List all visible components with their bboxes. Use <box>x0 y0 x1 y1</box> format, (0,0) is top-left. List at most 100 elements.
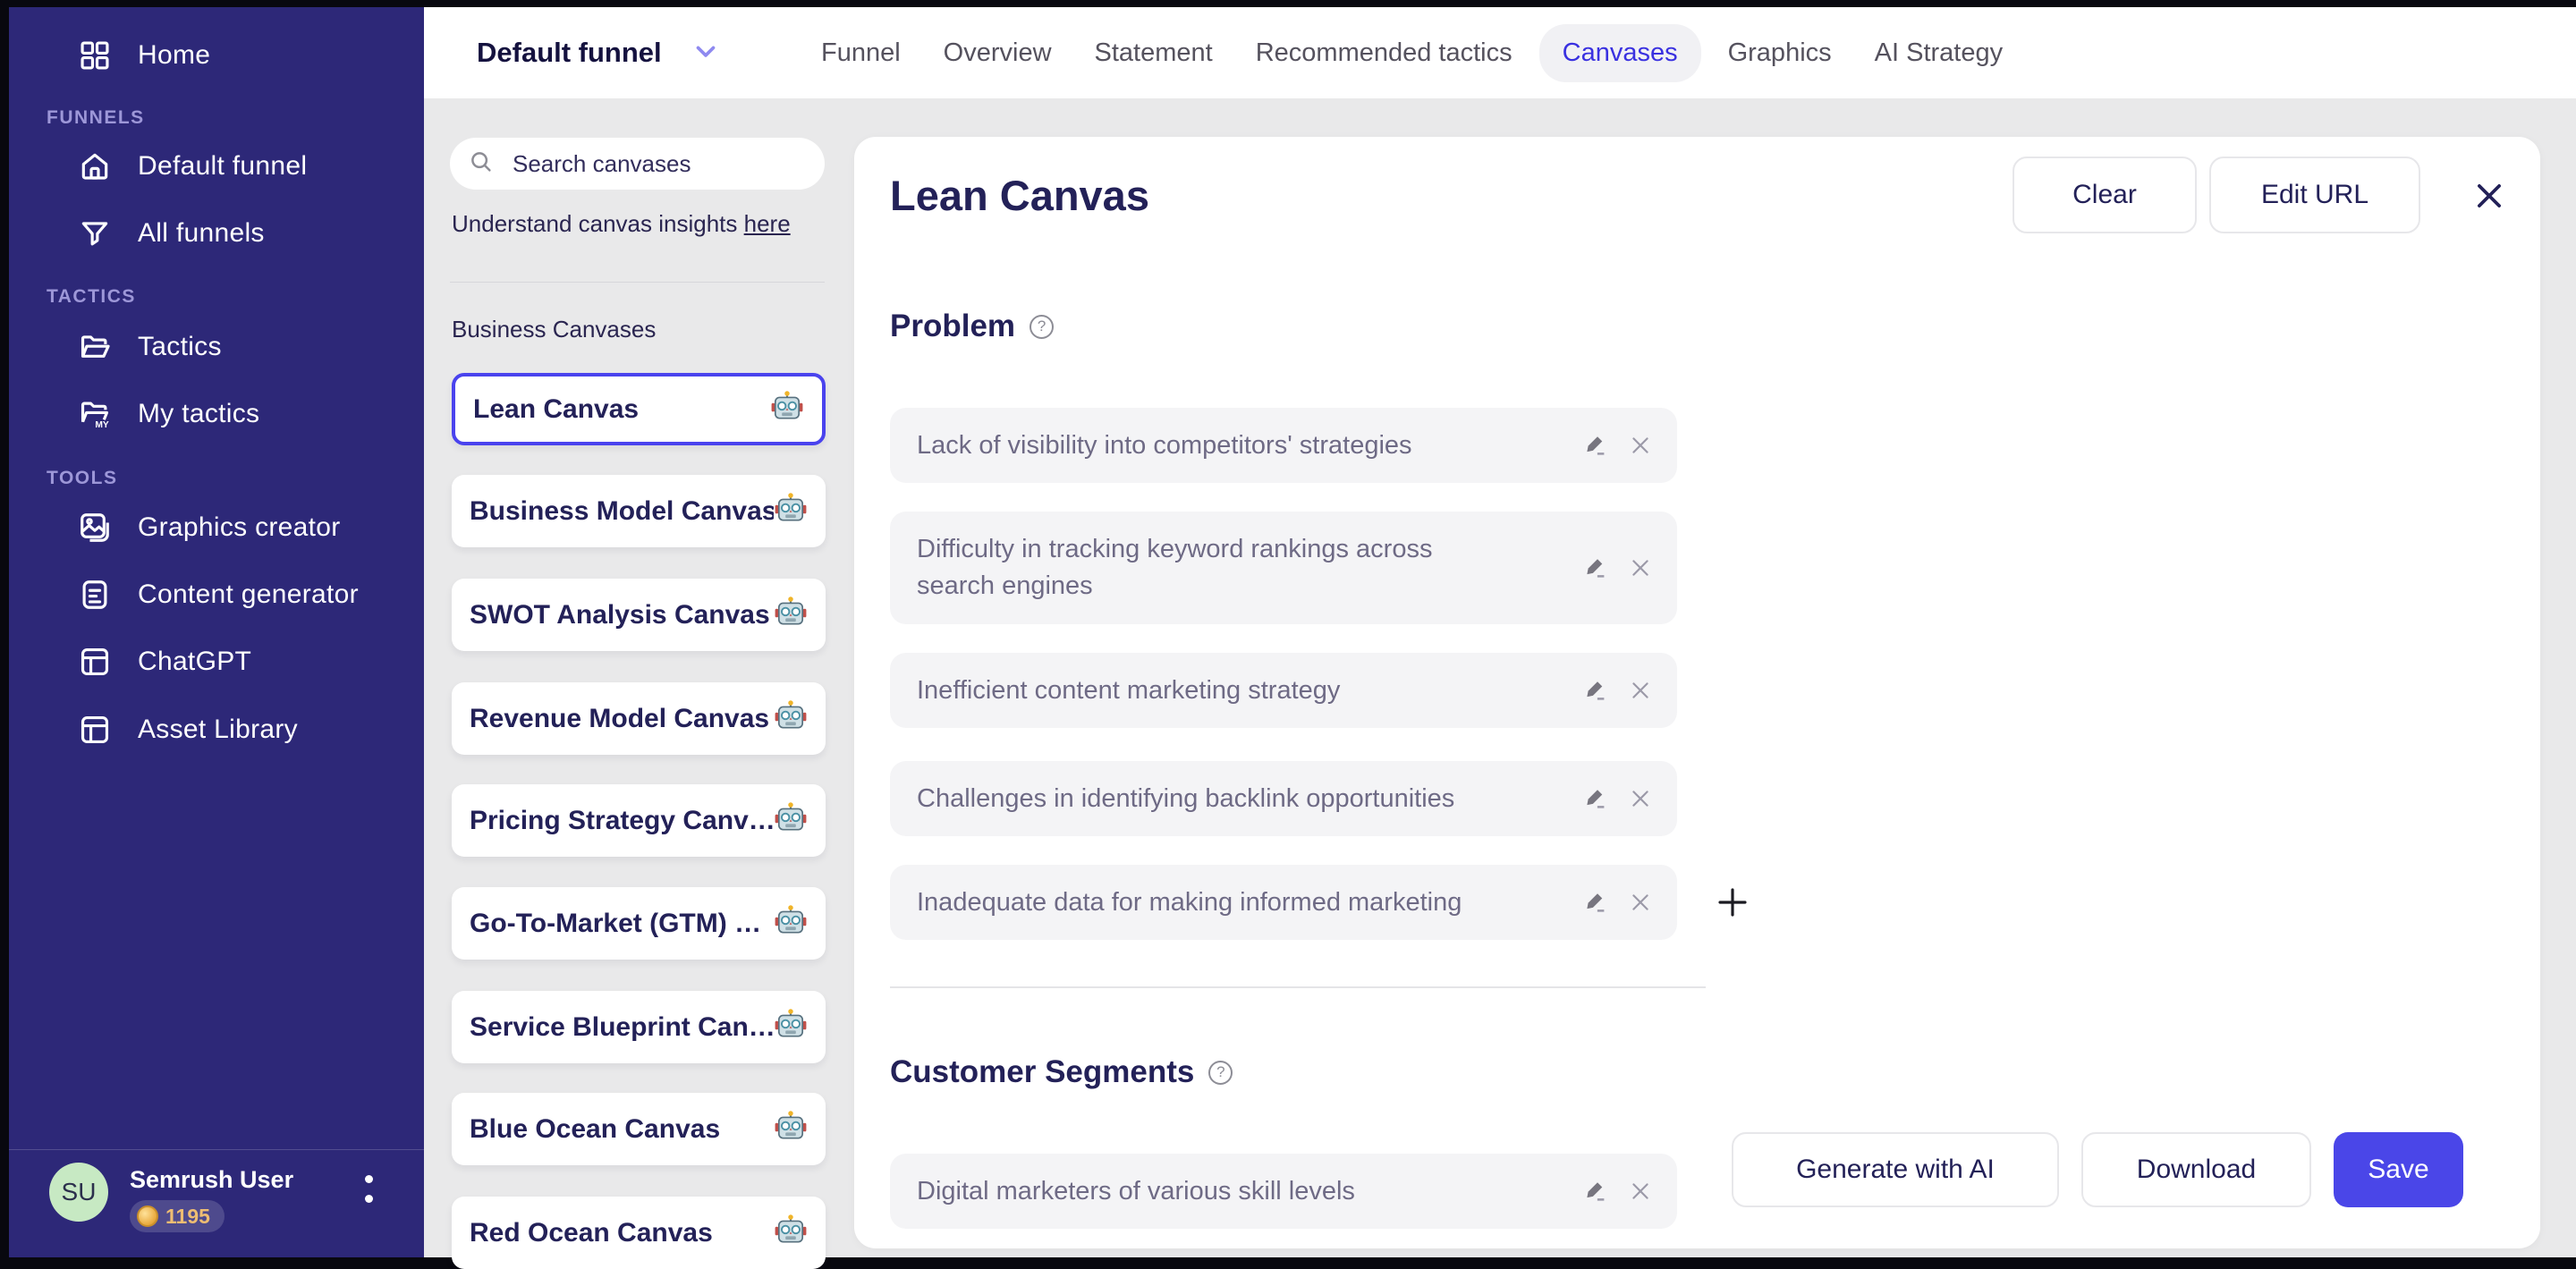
close-icon[interactable] <box>2470 176 2509 216</box>
problem-heading: Problem <box>890 309 1016 343</box>
remove-x-icon[interactable] <box>1625 1176 1656 1206</box>
edit-pencil-icon[interactable] <box>1580 430 1611 461</box>
sidebar-item-label: Content generator <box>138 580 359 609</box>
robot-icon <box>770 390 804 428</box>
edit-pencil-icon[interactable] <box>1580 887 1611 918</box>
search-icon <box>468 148 495 180</box>
remove-x-icon[interactable] <box>1625 783 1656 814</box>
canvas-card-pricing-strategy[interactable]: Pricing Strategy Canv… <box>452 784 826 857</box>
main-sidebar: Home FUNNELS Default funnel All funnels … <box>9 7 424 1257</box>
insights-note: Understand canvas insights here <box>452 210 826 238</box>
canvas-card-service-blueprint[interactable]: Service Blueprint Can… <box>452 991 826 1063</box>
remove-x-icon[interactable] <box>1625 675 1656 706</box>
tab-graphics[interactable]: Graphics <box>1707 38 1853 68</box>
canvas-card-gtm[interactable]: Go-To-Market (GTM) … <box>452 887 826 960</box>
problem-item-text: Lack of visibility into competitors' str… <box>917 430 1412 460</box>
remove-x-icon[interactable] <box>1625 887 1656 918</box>
help-icon[interactable]: ? <box>1030 314 1055 339</box>
sidebar-item-label: All funnels <box>138 218 265 248</box>
problem-item: Challenges in identifying backlink oppor… <box>890 761 1677 836</box>
sidebar-item-label: My tactics <box>138 399 260 428</box>
document-icon <box>77 577 113 613</box>
help-icon[interactable]: ? <box>1208 1060 1233 1085</box>
funnel-selector[interactable]: Default funnel <box>477 7 721 98</box>
canvas-card-label: Blue Ocean Canvas <box>470 1113 721 1144</box>
sidebar-item-content-generator[interactable]: Content generator <box>9 564 424 625</box>
robot-icon <box>774 596 808 634</box>
robot-icon <box>774 699 808 738</box>
robot-icon <box>774 801 808 840</box>
main-tabs: Funnel Overview Statement Recommended ta… <box>800 7 2024 98</box>
svg-text:MY: MY <box>95 420 109 430</box>
download-button[interactable]: Download <box>2081 1132 2311 1207</box>
problem-item: Lack of visibility into competitors' str… <box>890 408 1677 483</box>
sidebar-item-home[interactable]: Home <box>9 25 424 86</box>
sidebar-section-tactics: TACTICS <box>47 286 136 307</box>
canvas-card-swot[interactable]: SWOT Analysis Canvas <box>452 579 826 651</box>
tab-statement[interactable]: Statement <box>1073 38 1234 68</box>
coin-icon <box>137 1206 158 1227</box>
tab-ai-strategy[interactable]: AI Strategy <box>1853 38 2024 68</box>
avatar[interactable]: SU <box>49 1163 108 1222</box>
canvas-card-label: Service Blueprint Can… <box>470 1011 774 1042</box>
problem-item-text: Challenges in identifying backlink oppor… <box>917 783 1455 813</box>
add-item-button[interactable] <box>1711 881 1754 924</box>
image-icon <box>77 510 113 546</box>
canvas-card-revenue-model[interactable]: Revenue Model Canvas <box>452 682 826 755</box>
top-bar: Default funnel Funnel Overview Statement… <box>424 7 2576 98</box>
canvas-card-label: SWOT Analysis Canvas <box>470 599 770 630</box>
house-icon <box>77 148 113 184</box>
canvas-card-blue-ocean[interactable]: Blue Ocean Canvas <box>452 1093 826 1165</box>
problem-item-text: Difficulty in tracking keyword rankings … <box>917 535 1433 600</box>
edit-pencil-icon[interactable] <box>1580 1176 1611 1206</box>
canvas-group-label: Business Canvases <box>452 316 657 343</box>
customer-segment-item-text: Digital marketers of various skill level… <box>917 1176 1355 1206</box>
tab-overview[interactable]: Overview <box>922 38 1073 68</box>
problem-item-text: Inefficient content marketing strategy <box>917 675 1341 705</box>
search-box <box>450 138 825 190</box>
canvas-card-business-model[interactable]: Business Model Canvas <box>452 475 826 547</box>
sidebar-item-label: Tactics <box>138 332 222 361</box>
save-button[interactable]: Save <box>2334 1132 2463 1207</box>
robot-icon <box>774 1214 808 1252</box>
sidebar-item-my-tactics[interactable]: MY My tactics <box>9 384 424 444</box>
robot-icon <box>774 1110 808 1148</box>
sidebar-item-all-funnels[interactable]: All funnels <box>9 203 424 264</box>
tab-funnel[interactable]: Funnel <box>800 38 922 68</box>
clear-button[interactable]: Clear <box>2012 157 2197 233</box>
sidebar-item-default-funnel[interactable]: Default funnel <box>9 136 424 197</box>
remove-x-icon[interactable] <box>1625 553 1656 583</box>
sidebar-item-label: Graphics creator <box>138 512 341 542</box>
canvas-card-label: Pricing Strategy Canv… <box>470 805 774 835</box>
folder-my-icon: MY <box>77 396 113 432</box>
generate-with-ai-button[interactable]: Generate with AI <box>1732 1132 2059 1207</box>
tab-recommended-tactics[interactable]: Recommended tactics <box>1234 38 1534 68</box>
remove-x-icon[interactable] <box>1625 430 1656 461</box>
user-menu-button[interactable] <box>360 1175 377 1229</box>
list-divider <box>450 282 825 283</box>
sidebar-item-graphics-creator[interactable]: Graphics creator <box>9 497 424 558</box>
edit-url-button[interactable]: Edit URL <box>2209 157 2420 233</box>
window-layout-icon <box>77 712 113 748</box>
canvas-card-lean[interactable]: Lean Canvas <box>452 373 826 445</box>
sidebar-item-label: Asset Library <box>138 715 298 744</box>
customer-segment-item: Digital marketers of various skill level… <box>890 1154 1677 1229</box>
tab-canvases[interactable]: Canvases <box>1538 23 1701 82</box>
canvas-card-red-ocean[interactable]: Red Ocean Canvas <box>452 1197 826 1269</box>
canvas-card-label: Revenue Model Canvas <box>470 703 770 733</box>
sidebar-item-tactics[interactable]: Tactics <box>9 317 424 377</box>
search-input[interactable] <box>511 148 814 179</box>
edit-pencil-icon[interactable] <box>1580 675 1611 706</box>
insights-link[interactable]: here <box>744 210 791 237</box>
sidebar-item-label: Default funnel <box>138 151 308 181</box>
canvas-card-label: Red Ocean Canvas <box>470 1217 713 1248</box>
sidebar-item-asset-library[interactable]: Asset Library <box>9 699 424 760</box>
chevron-down-icon <box>691 36 721 71</box>
robot-icon <box>774 904 808 943</box>
sidebar-item-chatgpt[interactable]: ChatGPT <box>9 631 424 692</box>
funnel-icon <box>77 216 113 251</box>
problem-item-text: Inadequate data for making informed mark… <box>917 887 1462 917</box>
edit-pencil-icon[interactable] <box>1580 553 1611 583</box>
user-panel: SU Semrush User 1195 <box>9 1149 424 1257</box>
edit-pencil-icon[interactable] <box>1580 783 1611 814</box>
